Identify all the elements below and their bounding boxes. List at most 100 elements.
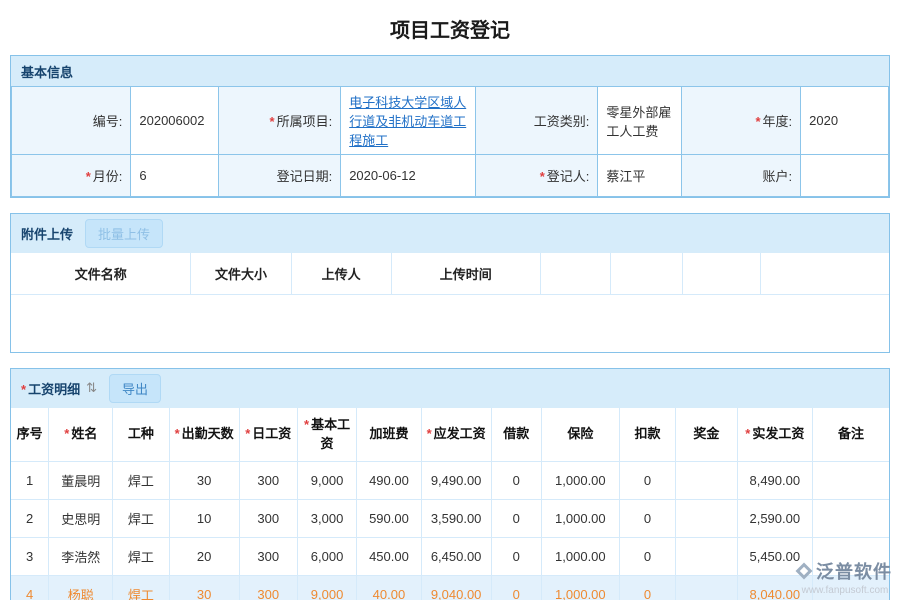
salary-column-header: 保险 (541, 408, 619, 462)
salary-cell: 6,450.00 (421, 537, 491, 575)
salary-cell: 300 (239, 461, 297, 499)
salary-cell (813, 499, 889, 537)
field-month-value: 6 (131, 155, 219, 197)
field-reg-date-label: 登记日期: (219, 155, 341, 197)
salary-cell: 1 (11, 461, 49, 499)
salary-cell: 0 (619, 461, 675, 499)
required-mark: * (755, 114, 760, 129)
salary-cell (676, 461, 737, 499)
salary-cell: 0 (619, 537, 675, 575)
attachments-title: 附件上传 (21, 224, 73, 243)
salary-cell: 30 (169, 461, 239, 499)
salary-cell: 450.00 (357, 537, 421, 575)
salary-cell: 3,000 (297, 499, 357, 537)
field-number-value: 202006002 (131, 87, 219, 155)
salary-cell: 3,590.00 (421, 499, 491, 537)
salary-cell: 40.00 (357, 575, 421, 600)
salary-cell: 1,000.00 (541, 461, 619, 499)
salary-cell: 李浩然 (49, 537, 113, 575)
required-mark: * (21, 382, 26, 397)
salary-column-header: 借款 (491, 408, 541, 462)
export-button[interactable]: 导出 (109, 374, 161, 403)
field-month-label: *月份: (12, 155, 131, 197)
required-mark: * (427, 426, 432, 441)
salary-detail-title: *工资明细 (21, 379, 80, 398)
salary-cell: 焊工 (113, 575, 169, 600)
salary-cell: 9,000 (297, 461, 357, 499)
project-link[interactable]: 电子科技大学区域人行道及非机动车道工程施工 (349, 95, 466, 148)
salary-row[interactable]: 3李浩然焊工203006,000450.006,450.0001,000.000… (11, 537, 889, 575)
attachment-column-header-empty (761, 253, 889, 295)
field-salary-type-label: 工资类别: (475, 87, 598, 155)
salary-column-header: 扣款 (619, 408, 675, 462)
salary-cell: 2 (11, 499, 49, 537)
required-mark: * (270, 114, 275, 129)
salary-cell: 0 (491, 461, 541, 499)
attachments-section: 附件上传 批量上传 文件名称文件大小上传人上传时间 (10, 213, 890, 353)
field-year-value: 2020 (801, 87, 889, 155)
attachments-header: 附件上传 批量上传 (11, 214, 889, 253)
field-registrant-label: *登记人: (475, 155, 598, 197)
salary-cell: 9,040.00 (421, 575, 491, 600)
salary-cell: 杨聪 (49, 575, 113, 600)
salary-column-header: *姓名 (49, 408, 113, 462)
required-mark: * (175, 426, 180, 441)
field-account-label: 账户: (681, 155, 800, 197)
attachment-column-header-empty (683, 253, 761, 295)
salary-cell: 焊工 (113, 499, 169, 537)
salary-cell: 300 (239, 575, 297, 600)
basic-info-form: 编号: 202006002 *所属项目: 电子科技大学区域人行道及非机动车道工程… (11, 86, 889, 197)
salary-cell (676, 537, 737, 575)
salary-column-header: 序号 (11, 408, 49, 462)
attachment-column-header: 上传人 (291, 253, 391, 295)
salary-detail-header: *工资明细 ⇅ 导出 (11, 369, 889, 408)
page-title: 项目工资登记 (0, 0, 900, 55)
salary-cell: 0 (491, 499, 541, 537)
salary-cell: 490.00 (357, 461, 421, 499)
basic-info-section: 基本信息 编号: 202006002 *所属项目: 电子科技大学区域人行道及非机… (10, 55, 890, 198)
field-reg-date-value: 2020-06-12 (341, 155, 475, 197)
field-salary-type-value: 零星外部雇工人工费 (598, 87, 681, 155)
salary-cell: 0 (619, 575, 675, 600)
salary-cell: 焊工 (113, 461, 169, 499)
salary-row[interactable]: 1董晨明焊工303009,000490.009,490.0001,000.000… (11, 461, 889, 499)
salary-cell: 6,000 (297, 537, 357, 575)
salary-row[interactable]: 2史思明焊工103003,000590.003,590.0001,000.000… (11, 499, 889, 537)
salary-column-header: *出勤天数 (169, 408, 239, 462)
field-account-value (801, 155, 889, 197)
salary-cell: 4 (11, 575, 49, 600)
salary-cell: 300 (239, 537, 297, 575)
attachment-column-header: 文件大小 (191, 253, 291, 295)
attachments-empty-area (11, 295, 889, 352)
salary-table: 序号*姓名工种*出勤天数*日工资*基本工资加班费*应发工资借款保险扣款奖金*实发… (11, 408, 889, 600)
salary-cell: 1,000.00 (541, 575, 619, 600)
salary-cell: 1,000.00 (541, 537, 619, 575)
attachment-column-header: 上传时间 (391, 253, 540, 295)
field-registrant-value: 蔡江平 (598, 155, 681, 197)
salary-cell: 8,490.00 (737, 461, 813, 499)
salary-header-row: 序号*姓名工种*出勤天数*日工资*基本工资加班费*应发工资借款保险扣款奖金*实发… (11, 408, 889, 462)
attachments-table: 文件名称文件大小上传人上传时间 (11, 253, 889, 352)
salary-row[interactable]: 4杨聪焊工303009,00040.009,040.0001,000.0008,… (11, 575, 889, 600)
salary-column-header: *应发工资 (421, 408, 491, 462)
salary-cell: 9,000 (297, 575, 357, 600)
sort-icon[interactable]: ⇅ (86, 380, 97, 396)
field-year-label: *年度: (681, 87, 800, 155)
salary-detail-section: *工资明细 ⇅ 导出 序号*姓名工种*出勤天数*日工资*基本工资加班费*应发工资… (10, 368, 890, 600)
required-mark: * (745, 426, 750, 441)
attachment-column-header-empty (611, 253, 683, 295)
attachments-header-row: 文件名称文件大小上传人上传时间 (11, 253, 889, 295)
batch-upload-button[interactable]: 批量上传 (85, 219, 163, 248)
salary-cell: 30 (169, 575, 239, 600)
field-number-label: 编号: (12, 87, 131, 155)
salary-cell: 0 (619, 499, 675, 537)
salary-cell: 0 (491, 575, 541, 600)
field-project-label: *所属项目: (219, 87, 341, 155)
salary-cell: 2,590.00 (737, 499, 813, 537)
field-project-value: 电子科技大学区域人行道及非机动车道工程施工 (341, 87, 475, 155)
fanpu-logo-icon (796, 563, 813, 580)
salary-column-header: 备注 (813, 408, 889, 462)
basic-info-title: 基本信息 (21, 62, 73, 81)
salary-cell: 史思明 (49, 499, 113, 537)
salary-column-header: 奖金 (676, 408, 737, 462)
